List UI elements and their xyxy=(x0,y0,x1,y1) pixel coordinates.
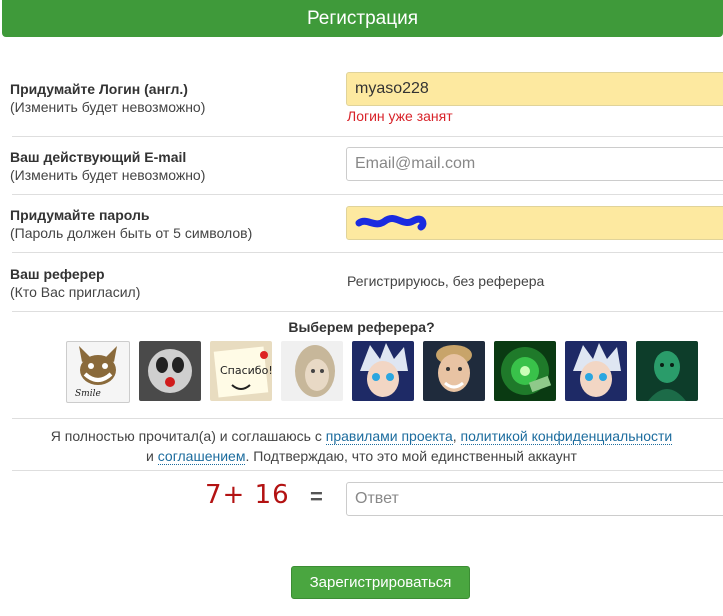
divider xyxy=(12,311,723,312)
referrer-avatar-blonde-girl[interactable] xyxy=(281,341,343,401)
email-placeholder: Email@mail.com xyxy=(355,155,476,172)
agreement-line-1: Я полностью прочитал(а) и соглашаюсь с п… xyxy=(0,426,723,446)
scribble-redaction-icon xyxy=(355,215,427,231)
login-input[interactable]: myaso228 xyxy=(346,72,723,106)
referrer-hint: (Кто Вас пригласил) xyxy=(10,284,141,300)
login-label-block: Придумайте Логин (англ.) (Изменить будет… xyxy=(10,80,205,116)
blonde-girl-icon xyxy=(295,345,335,397)
password-input[interactable] xyxy=(346,206,723,240)
cat-avatar-icon: Smile xyxy=(75,346,117,399)
login-error: Логин уже занят xyxy=(347,108,453,124)
agreement-comma: , xyxy=(452,428,461,444)
login-hint: (Изменить будет невозможно) xyxy=(10,99,206,115)
referrer-avatar-list: Smile Спасибо! xyxy=(66,341,698,403)
privacy-policy-link[interactable]: политикой конфиденциальности xyxy=(460,428,673,445)
money-tunnel-icon xyxy=(501,347,552,395)
email-input[interactable]: Email@mail.com xyxy=(346,147,723,181)
captcha-equals: = xyxy=(310,484,323,509)
referrer-value: Регистрируюсь, без реферера xyxy=(347,273,545,289)
divider xyxy=(12,418,723,419)
login-value: myaso228 xyxy=(355,80,429,97)
page-header: Регистрация xyxy=(2,0,723,37)
divider xyxy=(12,194,723,195)
register-button[interactable]: Зарегистрироваться xyxy=(291,566,470,599)
captcha-expression: 7+ 16 xyxy=(205,480,290,510)
joker-icon xyxy=(648,351,686,401)
referrer-avatar-joker[interactable] xyxy=(636,341,698,401)
email-label: Ваш действующий E-mail xyxy=(10,149,187,165)
captcha-placeholder: Ответ xyxy=(355,490,399,507)
agreement-line-2: и соглашением. Подтверждаю, что это мой … xyxy=(0,446,723,466)
referrer-avatar-ghost[interactable] xyxy=(139,341,201,401)
divider xyxy=(12,252,723,253)
rules-link[interactable]: правилами проекта xyxy=(325,428,453,445)
thanks-note-text: Спасибо! xyxy=(220,364,272,377)
referrer-avatar-young-man[interactable] xyxy=(423,341,485,401)
choose-referrer-title: Выберем реферера? xyxy=(288,319,435,335)
email-hint: (Изменить будет невозможно) xyxy=(10,167,206,183)
divider xyxy=(12,470,723,471)
page-title: Регистрация xyxy=(306,7,419,29)
password-label-block: Придумайте пароль (Пароль должен быть от… xyxy=(10,206,252,242)
agreement-text: Я полностью прочитал(а) и соглашаюсь с п… xyxy=(0,426,723,466)
agreement-text-part: . Подтверждаю, что это мой единственный … xyxy=(245,448,577,464)
captcha-answer-input[interactable]: Ответ xyxy=(346,482,723,516)
anime-avatar-icon xyxy=(573,343,621,397)
agreement-text-part: и xyxy=(146,448,158,464)
referrer-avatar-cat[interactable]: Smile xyxy=(66,341,130,403)
svg-text:Smile: Smile xyxy=(75,389,101,399)
email-label-block: Ваш действующий E-mail (Изменить будет н… xyxy=(10,148,205,184)
referrer-label-block: Ваш реферер (Кто Вас пригласил) xyxy=(10,265,140,301)
divider xyxy=(12,136,723,137)
referrer-avatar-anime-2[interactable] xyxy=(565,341,627,401)
thanks-note-icon: Спасибо! xyxy=(213,346,272,398)
password-hint: (Пароль должен быть от 5 символов) xyxy=(10,225,253,241)
referrer-avatar-money-tunnel[interactable] xyxy=(494,341,556,401)
login-label: Придумайте Логин (англ.) xyxy=(10,81,188,97)
referrer-label: Ваш реферер xyxy=(10,266,105,282)
referrer-avatar-anime[interactable] xyxy=(352,341,414,401)
anime-avatar-icon xyxy=(360,343,408,397)
agreement-link[interactable]: соглашением xyxy=(157,448,246,465)
referrer-avatar-thanks-note[interactable]: Спасибо! xyxy=(210,341,272,401)
agreement-text-part: Я полностью прочитал(а) и соглашаюсь с xyxy=(50,428,326,444)
password-label: Придумайте пароль xyxy=(10,207,150,223)
young-man-icon xyxy=(436,345,472,392)
ghost-face-icon xyxy=(148,349,192,393)
